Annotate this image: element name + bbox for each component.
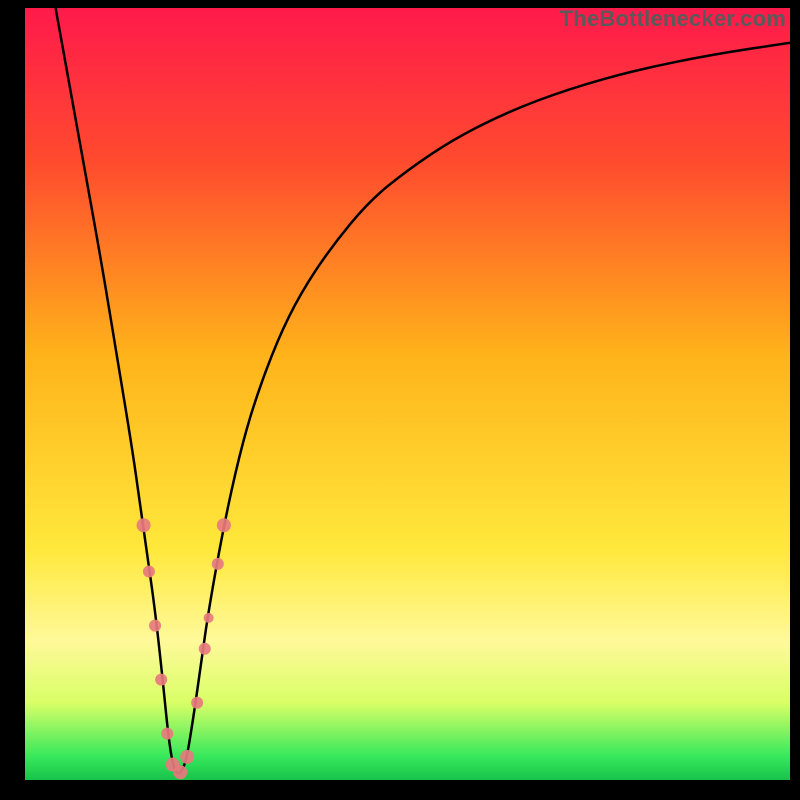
chart-frame: TheBottlenecker.com — [0, 0, 800, 800]
data-point — [180, 750, 194, 764]
data-point — [155, 674, 167, 686]
data-point — [161, 728, 173, 740]
plot-area — [25, 8, 790, 780]
data-point — [149, 620, 161, 632]
gradient-background — [25, 8, 790, 780]
chart-svg — [25, 8, 790, 780]
data-point — [204, 613, 214, 623]
data-point — [217, 518, 231, 532]
data-point — [143, 566, 155, 578]
data-point — [191, 697, 203, 709]
data-point — [173, 765, 187, 779]
data-point — [137, 518, 151, 532]
data-point — [199, 643, 211, 655]
data-point — [212, 558, 224, 570]
watermark-text: TheBottlenecker.com — [560, 6, 786, 32]
